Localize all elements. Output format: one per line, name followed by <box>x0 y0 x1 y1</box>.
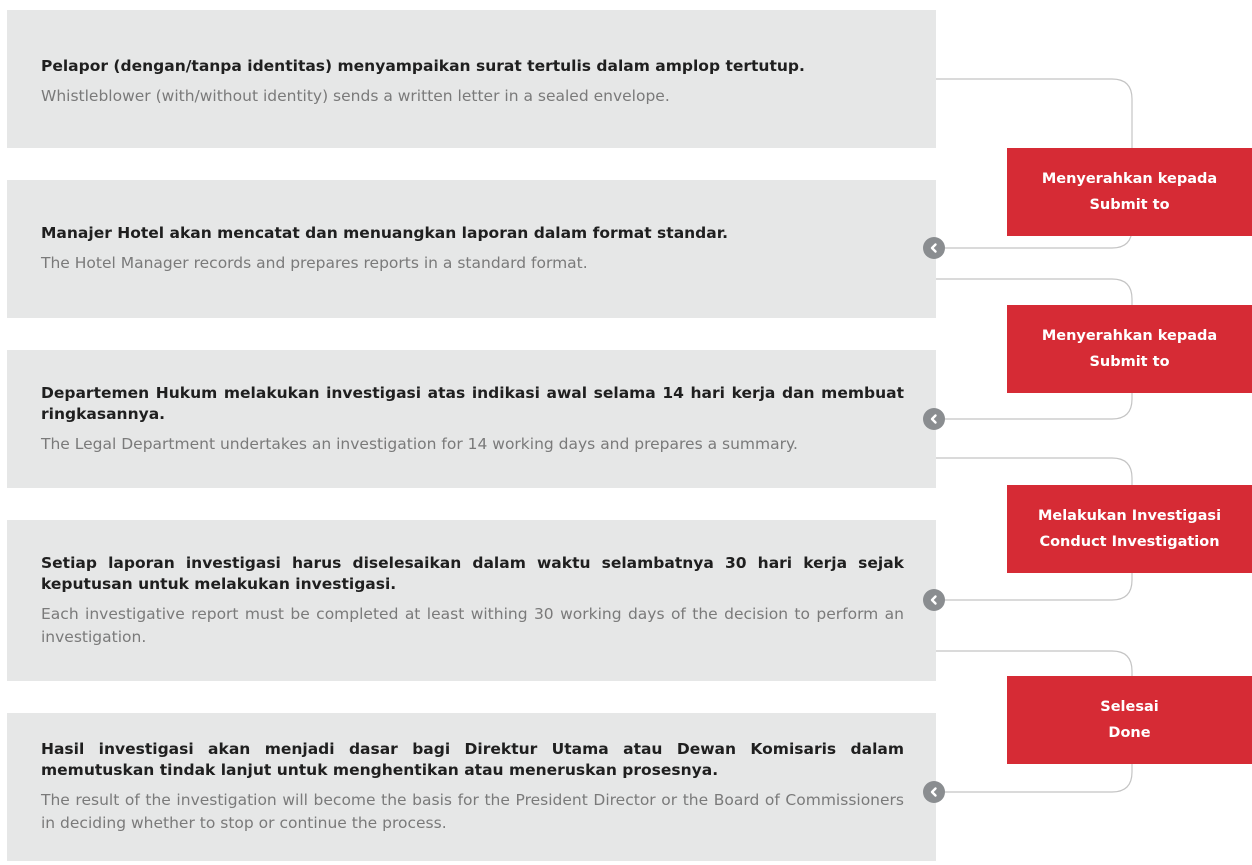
step-2-hotel-manager-record: Manajer Hotel akan mencatat dan menuangk… <box>7 180 936 318</box>
action-done: Selesai Done <box>1007 676 1252 764</box>
step-1-text-id: Pelapor (dengan/tanpa identitas) menyamp… <box>41 57 805 75</box>
step-5-text-id: Hasil investigasi akan menjadi dasar bag… <box>41 740 904 779</box>
step-5-investigation-result: Hasil investigasi akan menjadi dasar bag… <box>7 713 936 861</box>
step-2-text-id: Manajer Hotel akan mencatat dan menuangk… <box>41 224 729 242</box>
action-submit-to-1: Menyerahkan kepada Submit to <box>1007 148 1252 236</box>
action-1-label-en: Submit to <box>1089 197 1170 213</box>
step-4-report-deadline: Setiap laporan investigasi harus diseles… <box>7 520 936 681</box>
action-3-label-en: Conduct Investigation <box>1039 534 1220 550</box>
chevron-left-circle-icon <box>923 781 945 803</box>
action-2-label-en: Submit to <box>1089 354 1170 370</box>
action-4-label-en: Done <box>1108 725 1151 741</box>
action-4-label-id: Selesai <box>1100 699 1159 715</box>
step-2-text-en: The Hotel Manager records and prepares r… <box>41 254 588 272</box>
action-1-label-id: Menyerahkan kepada <box>1041 171 1218 187</box>
action-2-label-id: Menyerahkan kepada <box>1041 328 1218 344</box>
action-3-label-id: Melakukan Investigasi <box>1037 508 1222 524</box>
step-3-text-id: Departemen Hukum melakukan investigasi a… <box>41 383 904 423</box>
chevron-left-circle-icon <box>923 589 945 611</box>
action-conduct-investigation: Melakukan Investigasi Conduct Investigat… <box>1007 485 1252 573</box>
action-submit-to-2: Menyerahkan kepada Submit to <box>1007 305 1252 393</box>
step-1-text-en: Whistleblower (with/without identity) se… <box>41 87 670 105</box>
step-4-text-id: Setiap laporan investigasi harus diseles… <box>41 553 904 593</box>
step-3-text-en: The Legal Department undertakes an inves… <box>41 434 798 453</box>
chevron-left-circle-icon <box>923 408 945 430</box>
step-3-legal-investigation: Departemen Hukum melakukan investigasi a… <box>7 350 936 488</box>
step-5-text-en: The result of the investigation will bec… <box>41 791 904 832</box>
step-4-text-en: Each investigative report must be comple… <box>41 604 904 646</box>
chevron-left-circle-icon <box>923 237 945 259</box>
step-1-whistleblower-report: Pelapor (dengan/tanpa identitas) menyamp… <box>7 10 936 148</box>
